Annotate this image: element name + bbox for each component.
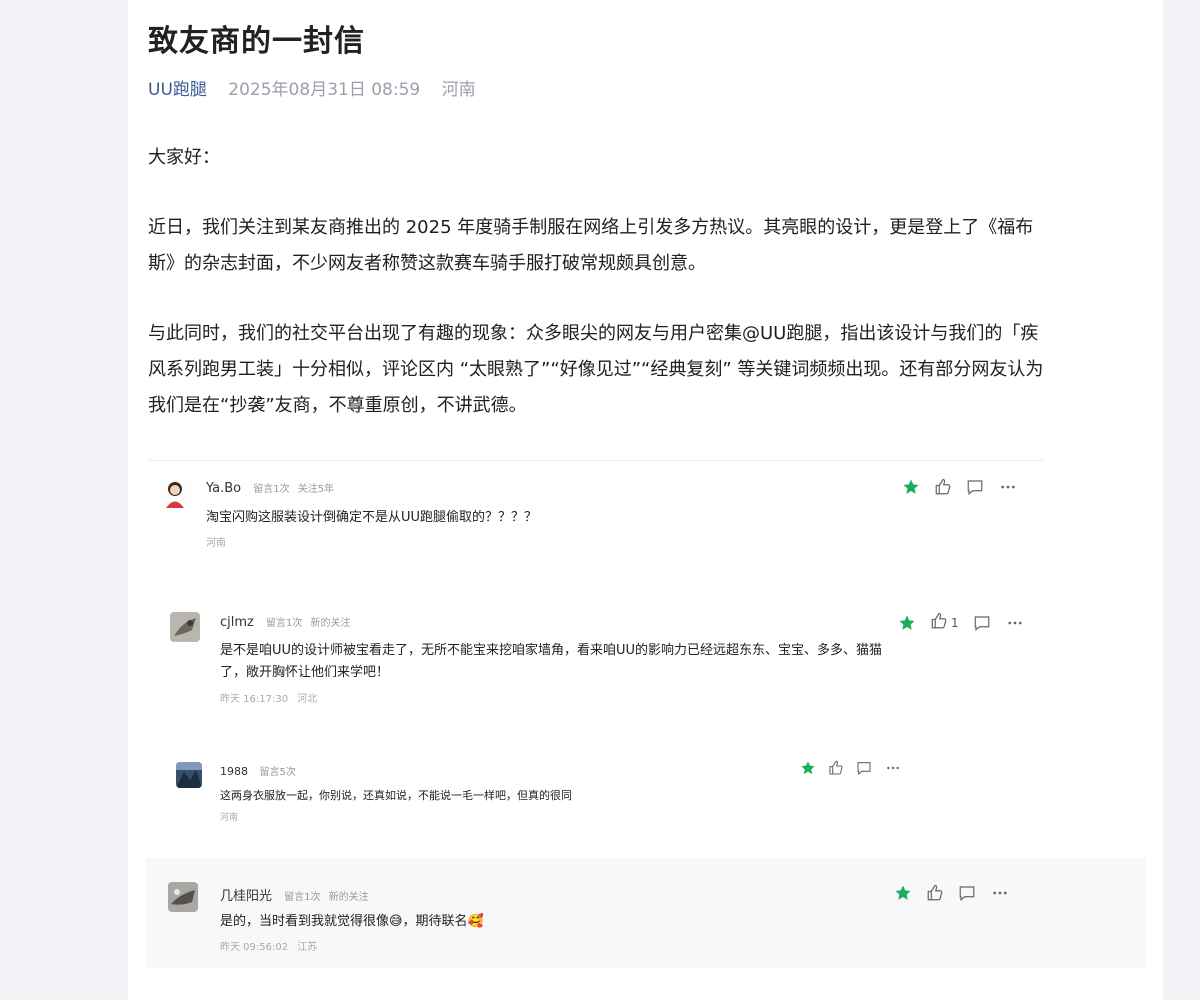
more-icon[interactable]	[884, 760, 902, 776]
more-icon[interactable]	[998, 478, 1018, 496]
comment-time: 昨天 16:17:30	[220, 694, 289, 705]
follow-tag: 新的关注	[310, 618, 351, 629]
comment-location: 江苏	[297, 942, 318, 953]
thumb-up-icon[interactable]	[926, 884, 944, 902]
comment-item: cjlmz 留言1次 新的关注 是不是咱UU的设计师被宝看走了，无所不能宝来挖咱…	[170, 612, 1040, 712]
article-meta: UU跑腿 2025年08月31日 08:59 河南	[148, 75, 476, 100]
more-icon[interactable]	[1005, 614, 1025, 632]
comment-icon[interactable]	[966, 478, 984, 496]
comment-location: 河南	[220, 813, 239, 823]
comment-item: Ya.Bo 留言1次 关注5年 淘宝闪购这服装设计倒确定不是从UU跑腿偷取的？？…	[160, 478, 1040, 549]
star-icon[interactable]	[898, 614, 916, 632]
like-button[interactable]: 1	[930, 612, 959, 634]
comment-count-tag: 留言1次	[266, 618, 303, 629]
follow-tag: 关注5年	[297, 484, 335, 495]
more-icon[interactable]	[990, 884, 1010, 902]
star-icon[interactable]	[902, 478, 920, 496]
comment-meta: 昨天 09:56:02 江苏	[220, 938, 323, 953]
avatar[interactable]	[170, 612, 200, 642]
comment-author: Ya.Bo 留言1次 关注5年	[206, 480, 334, 496]
comment-author: 1988 留言5次	[220, 763, 296, 778]
comment-text: 这两身衣服放一起，你别说，还真如说，不能说一毛一样吧，但真的很同	[220, 789, 572, 802]
publish-location: 河南	[441, 80, 476, 100]
comment-count-tag: 留言1次	[253, 484, 290, 495]
follow-tag: 新的关注	[328, 892, 369, 903]
article-title: 致友商的一封信	[148, 24, 365, 59]
comment-text: 是不是咱UU的设计师被宝看走了，无所不能宝来挖咱家墙角，看来咱UU的影响力已经远…	[220, 643, 883, 680]
comment-item: 1988 留言5次 这两身衣服放一起，你别说，还真如说，不能说一毛一样吧，但真的…	[176, 760, 976, 832]
comment-meta: 昨天 16:17:30 河北	[220, 690, 323, 705]
comment-author: cjlmz 留言1次 新的关注	[220, 614, 351, 630]
avatar[interactable]	[176, 762, 202, 788]
comment-actions	[894, 884, 1010, 902]
comment-icon[interactable]	[856, 760, 872, 776]
comment-actions: 1	[898, 612, 1025, 634]
star-icon[interactable]	[894, 884, 912, 902]
paragraph: 近日，我们关注到某友商推出的 2025 年度骑手制服在网络上引发多方热议。其亮眼…	[148, 217, 1034, 274]
star-icon[interactable]	[800, 760, 816, 776]
comment-count-tag: 留言5次	[259, 767, 296, 778]
avatar[interactable]	[168, 882, 198, 912]
comment-count-tag: 留言1次	[284, 892, 321, 903]
commenter-name[interactable]: cjlmz	[220, 615, 254, 630]
article-page: 致友商的一封信 UU跑腿 2025年08月31日 08:59 河南 大家好： 近…	[128, 0, 1163, 1000]
comment-time: 昨天 09:56:02	[220, 942, 289, 953]
paragraph: 大家好：	[148, 147, 220, 168]
comment-meta: 河南	[220, 810, 244, 823]
comment-location: 河南	[206, 538, 226, 549]
comment-actions	[902, 478, 1018, 496]
author-link[interactable]: UU跑腿	[148, 80, 207, 100]
comment-text: 是的，当时看到我就觉得很像😅，期待联名🥰	[220, 914, 484, 929]
comment-item: 几桂阳光 留言1次 新的关注 是的，当时看到我就觉得很像😅，期待联名🥰 昨天 0…	[168, 882, 1048, 962]
comment-meta: 河南	[206, 534, 232, 549]
paragraph: 与此同时，我们的社交平台出现了有趣的现象：众多眼尖的网友与用户密集@UU跑腿，指…	[148, 323, 1044, 416]
publish-date: 2025年08月31日 08:59	[228, 80, 421, 100]
commenter-name[interactable]: Ya.Bo	[206, 481, 241, 496]
article-body: 大家好： 近日，我们关注到某友商推出的 2025 年度骑手制服在网络上引发多方热…	[148, 140, 1048, 458]
comment-icon[interactable]	[958, 884, 976, 902]
commenter-name[interactable]: 1988	[220, 765, 248, 778]
comment-text: 淘宝闪购这服装设计倒确定不是从UU跑腿偷取的？？？？	[206, 510, 538, 525]
thumb-up-icon	[930, 612, 948, 634]
comment-location: 河北	[297, 694, 318, 705]
like-count: 1	[951, 616, 959, 630]
comment-icon[interactable]	[973, 614, 991, 632]
comments-divider	[148, 460, 1043, 461]
comment-actions	[800, 760, 902, 776]
avatar[interactable]	[160, 478, 190, 508]
thumb-up-icon[interactable]	[828, 760, 844, 776]
comment-author: 几桂阳光 留言1次 新的关注	[220, 885, 369, 904]
commenter-name[interactable]: 几桂阳光	[220, 889, 272, 904]
thumb-up-icon[interactable]	[934, 478, 952, 496]
